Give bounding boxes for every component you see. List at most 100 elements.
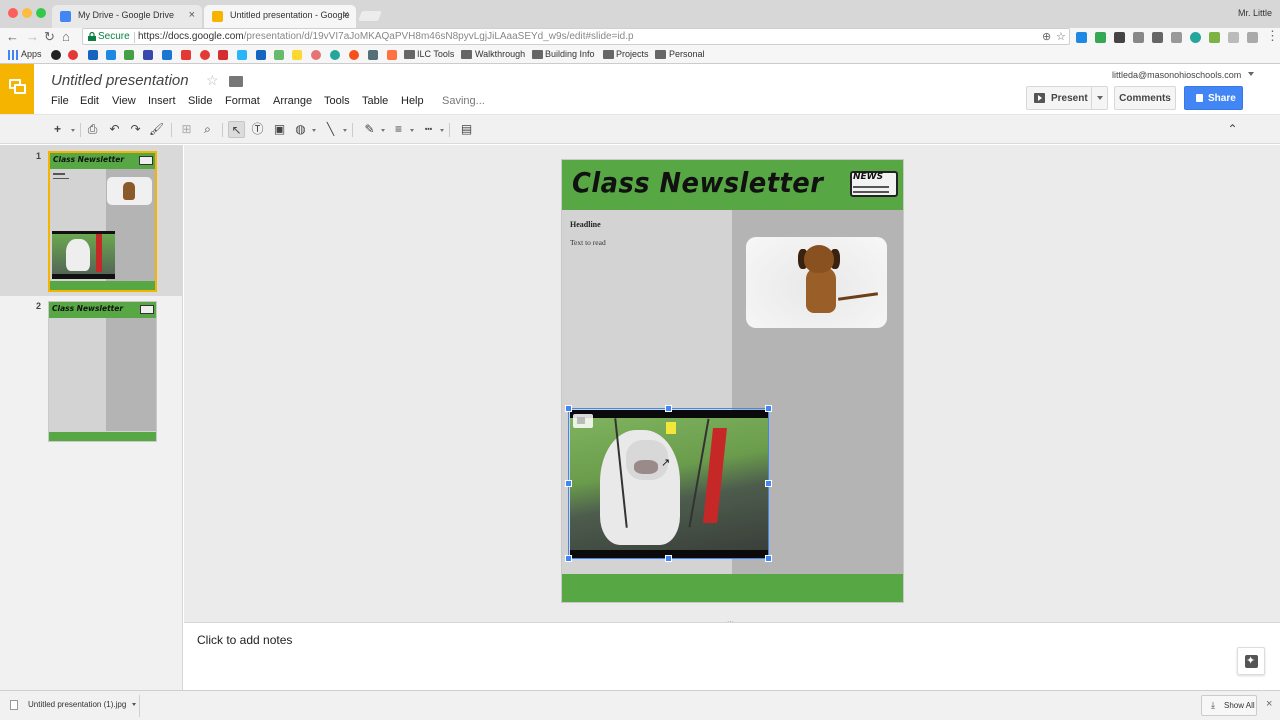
menu-tools[interactable]: Tools (324, 95, 350, 107)
zoom-fit-icon[interactable]: ⊞ (178, 121, 195, 138)
drive-extension-icon[interactable] (1095, 32, 1106, 43)
bookmark-icon[interactable] (143, 50, 153, 60)
chevron-down-icon[interactable] (312, 129, 316, 132)
document-title[interactable]: Untitled presentation (51, 72, 189, 89)
redo-icon[interactable]: ↷ (127, 121, 144, 138)
minimize-window-icon[interactable] (22, 8, 32, 18)
download-item[interactable]: Untitled presentation (1).jpg (4, 695, 140, 717)
menu-format[interactable]: Format (225, 95, 260, 107)
share-button[interactable]: Share (1184, 86, 1243, 110)
menu-arrange[interactable]: Arrange (273, 95, 312, 107)
close-icon[interactable]: × (1266, 698, 1272, 710)
bookmark-icon[interactable] (68, 50, 78, 60)
bookmark-folder[interactable]: ILC Tools (417, 49, 454, 59)
comments-button[interactable]: Comments (1114, 86, 1176, 110)
home-icon[interactable]: ⌂ (62, 29, 70, 44)
forward-icon[interactable]: → (26, 29, 39, 44)
border-weight-icon[interactable]: ≡ (390, 121, 407, 138)
bookmark-icon[interactable] (256, 50, 266, 60)
resize-handle[interactable] (765, 405, 772, 412)
extension-icon[interactable] (1171, 32, 1182, 43)
extension-icon[interactable] (1076, 32, 1087, 43)
border-dash-icon[interactable]: ┅ (420, 121, 437, 138)
resize-handle[interactable] (665, 405, 672, 412)
chevron-down-icon[interactable] (1248, 72, 1254, 76)
slide-thumbnail-2[interactable]: Class Newsletter (48, 301, 157, 442)
bookmark-folder[interactable]: Building Info (545, 49, 595, 59)
menu-help[interactable]: Help (401, 95, 424, 107)
resize-handle[interactable] (765, 480, 772, 487)
slide-title[interactable]: Class Newsletter (572, 166, 823, 199)
explore-button[interactable] (1237, 647, 1265, 675)
bookmark-star-icon[interactable]: ☆ (1056, 30, 1066, 43)
bookmark-icon[interactable] (88, 50, 98, 60)
undo-icon[interactable]: ↶ (106, 121, 123, 138)
extension-icon[interactable] (1114, 32, 1125, 43)
maximize-window-icon[interactable] (36, 8, 46, 18)
url-text[interactable]: https://docs.google.com/presentation/d/1… (138, 31, 634, 42)
notes-placeholder[interactable]: Click to add notes (197, 633, 292, 647)
profile-name[interactable]: Mr. Little (1238, 8, 1272, 18)
newspaper-icon[interactable]: NEWS (847, 170, 900, 200)
extension-icon[interactable] (1190, 32, 1201, 43)
speaker-notes[interactable]: Click to add notes (184, 623, 1280, 690)
bookmark-icon[interactable] (368, 50, 378, 60)
print-icon[interactable]: ⎙ (84, 121, 101, 138)
chevron-down-icon[interactable] (71, 129, 75, 132)
tab-untitled-presentation[interactable]: Untitled presentation - Google × (204, 5, 356, 28)
bookmark-icon[interactable] (124, 50, 134, 60)
youtube-icon[interactable] (181, 50, 191, 60)
chrome-menu-icon[interactable]: ⋮ (1266, 28, 1279, 44)
bookmark-icon[interactable] (274, 50, 284, 60)
extension-icon[interactable] (1152, 32, 1163, 43)
bookmark-icon[interactable] (330, 50, 340, 60)
zoom-icon[interactable]: ⌕ (199, 121, 216, 138)
show-all-button[interactable]: ⤓ Show All (1201, 695, 1257, 716)
star-icon[interactable]: ☆ (206, 72, 219, 89)
puppy-image[interactable] (746, 237, 887, 328)
menu-insert[interactable]: Insert (148, 95, 176, 107)
user-email[interactable]: littleda@masonohioschools.com (1112, 70, 1241, 80)
zoom-icon[interactable]: ⊕ (1042, 30, 1051, 43)
apps-bookmark[interactable]: Apps (21, 49, 42, 59)
omnibox[interactable]: Secure https://docs.google.com/presentat… (82, 28, 1070, 45)
resize-handle[interactable] (665, 555, 672, 562)
bookmark-folder[interactable]: Projects (616, 49, 649, 59)
bookmark-icon[interactable] (51, 50, 61, 60)
line-icon[interactable]: ╲ (322, 121, 339, 138)
bookmark-icon[interactable] (106, 50, 116, 60)
select-icon[interactable]: ↖ (228, 121, 245, 138)
menu-table[interactable]: Table (362, 95, 388, 107)
resize-handle[interactable] (565, 555, 572, 562)
bookmark-icon[interactable] (200, 50, 210, 60)
comment-icon[interactable]: ▤ (458, 121, 475, 138)
border-color-icon[interactable]: ✎ (361, 121, 378, 138)
chevron-down-icon[interactable] (440, 129, 444, 132)
move-to-folder-icon[interactable] (229, 76, 243, 87)
resize-handle[interactable] (565, 480, 572, 487)
extension-icon[interactable] (1209, 32, 1220, 43)
present-options-dropdown[interactable] (1091, 87, 1108, 109)
menu-slide[interactable]: Slide (188, 95, 212, 107)
menu-edit[interactable]: Edit (80, 95, 99, 107)
chevron-down-icon[interactable] (381, 129, 385, 132)
chevron-down-icon[interactable] (343, 129, 347, 132)
close-window-icon[interactable] (8, 8, 18, 18)
bookmark-icon[interactable] (162, 50, 172, 60)
paint-format-icon[interactable]: 🖌 (148, 121, 165, 138)
image-icon[interactable]: ▣ (271, 121, 288, 138)
bookmark-icon[interactable] (349, 50, 359, 60)
menu-file[interactable]: File (51, 95, 69, 107)
cast-icon[interactable] (1247, 32, 1258, 43)
tab-my-drive[interactable]: My Drive - Google Drive × (52, 5, 202, 28)
extension-icon[interactable] (1228, 32, 1239, 43)
bookmark-folder[interactable]: Personal (669, 49, 705, 59)
bookmark-icon[interactable] (292, 50, 302, 60)
close-tab-icon[interactable]: × (343, 9, 349, 21)
bookmark-icon[interactable] (311, 50, 321, 60)
bookmark-icon[interactable] (218, 50, 228, 60)
extension-icon[interactable] (1133, 32, 1144, 43)
new-slide-icon[interactable]: + (49, 121, 66, 138)
resize-handle[interactable] (765, 555, 772, 562)
reload-icon[interactable]: ↻ (44, 29, 55, 45)
